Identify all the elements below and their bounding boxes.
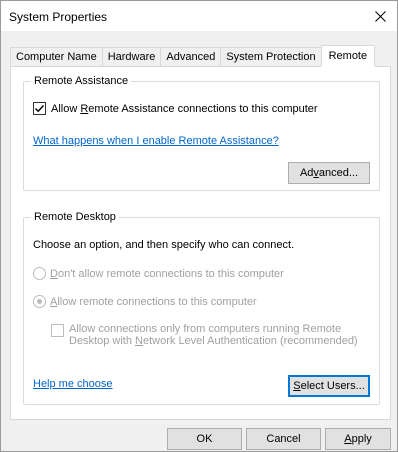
close-icon (374, 10, 386, 22)
dont-allow-label: Don't allow remote connections to this c… (50, 267, 284, 280)
apply-label: Apply (344, 433, 372, 445)
cancel-button[interactable]: Cancel (246, 428, 321, 450)
tab-strip: Computer Name Hardware Advanced System P… (10, 45, 376, 67)
select-users-label: Select Users... (293, 380, 365, 392)
cancel-label: Cancel (266, 433, 301, 445)
radio-selected-dot (37, 299, 42, 304)
remote-desktop-group: Remote Desktop Choose an option, and the… (23, 210, 380, 405)
checkmark-icon (35, 105, 45, 113)
allow-remote-radio-circle[interactable] (33, 295, 46, 308)
select-users-button[interactable]: Select Users... (288, 375, 370, 397)
checkbox-box[interactable] (33, 102, 46, 115)
nla-checkbox[interactable]: Allow connections only from computers ru… (51, 323, 358, 347)
advanced-button-label: Advanced... (299, 167, 359, 179)
help-me-choose-row: Help me choose (33, 378, 113, 390)
nla-label: Allow connections only from computers ru… (69, 323, 358, 347)
tab-remote[interactable]: Remote (320, 45, 376, 67)
remote-assistance-help-link[interactable]: What happens when I enable Remote Assist… (33, 135, 279, 147)
allow-remote-assistance-label: Allow Remote Assistance connections to t… (51, 102, 318, 115)
dont-allow-radio[interactable]: Don't allow remote connections to this c… (33, 267, 284, 280)
remote-desktop-title: Remote Desktop (31, 210, 119, 224)
remote-tab-panel: Remote Assistance Allow Remote Assistanc… (10, 66, 391, 420)
allow-remote-assistance-checkbox[interactable]: Allow Remote Assistance connections to t… (33, 102, 318, 115)
tab-system-protection[interactable]: System Protection (220, 47, 321, 67)
tab-advanced[interactable]: Advanced (160, 47, 221, 67)
tab-hardware[interactable]: Hardware (101, 47, 161, 67)
remote-assistance-help-row: What happens when I enable Remote Assist… (33, 135, 279, 147)
remote-assistance-group: Remote Assistance Allow Remote Assistanc… (23, 74, 380, 191)
window-title: System Properties (9, 10, 108, 24)
allow-remote-radio[interactable]: Allow remote connections to this compute… (33, 295, 257, 308)
dont-allow-radio-circle[interactable] (33, 267, 46, 280)
apply-button[interactable]: Apply (325, 428, 391, 450)
system-properties-window: System Properties Computer Name Hardware… (0, 0, 398, 452)
remote-desktop-instructions: Choose an option, and then specify who c… (33, 239, 295, 251)
close-button[interactable] (363, 1, 397, 31)
allow-remote-label: Allow remote connections to this compute… (50, 295, 257, 308)
nla-checkbox-box[interactable] (51, 324, 64, 337)
ok-label: OK (196, 433, 213, 445)
title-bar: System Properties (1, 1, 397, 31)
remote-assistance-title: Remote Assistance (31, 74, 132, 88)
help-me-choose-link[interactable]: Help me choose (33, 378, 113, 390)
remote-desktop-instructions-row: Choose an option, and then specify who c… (33, 239, 294, 251)
tab-computer-name[interactable]: Computer Name (10, 47, 102, 67)
advanced-button[interactable]: Advanced... (288, 162, 370, 184)
ok-button[interactable]: OK (167, 428, 242, 450)
